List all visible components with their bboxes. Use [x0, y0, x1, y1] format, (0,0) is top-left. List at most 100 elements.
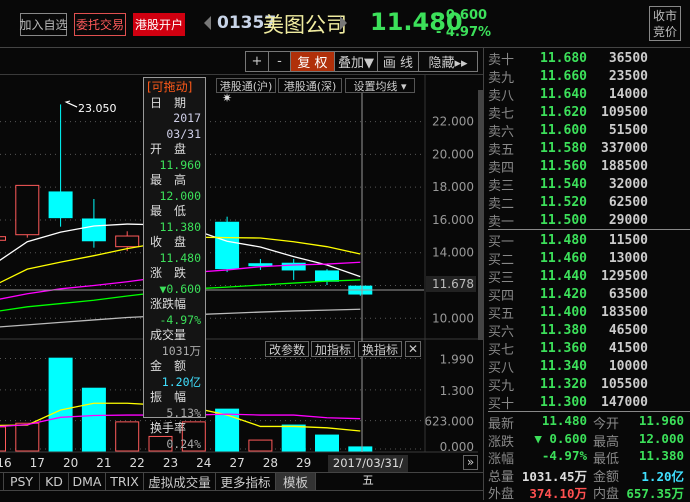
add-indicator-button[interactable]: 加指标: [311, 341, 355, 357]
summary-value: ▼ 0.600: [534, 430, 587, 446]
tooltip-label: 开 盘: [150, 142, 187, 156]
candle-body: [315, 270, 339, 282]
volume-bar[interactable]: [15, 422, 40, 452]
tab-template[interactable]: 模板: [276, 473, 316, 490]
level-price: 11.640: [540, 86, 587, 102]
level-volume: 10000: [608, 358, 648, 374]
level-volume: 188500: [601, 158, 648, 174]
level-price: 11.360: [540, 340, 587, 356]
level-price: 11.680: [540, 50, 587, 66]
tooltip-value: 03/31: [166, 126, 201, 141]
tooltip-label: 成交量: [150, 328, 187, 342]
summary-label: 今开: [593, 417, 620, 432]
bid-list: 买一 11.480 11500 买二 11.460 13000 买三 11.440 129500…: [483, 231, 690, 412]
volume-bar[interactable]: [348, 446, 373, 452]
tab-kd[interactable]: KD: [40, 473, 69, 490]
candle[interactable]: [248, 258, 273, 270]
candle[interactable]: [315, 269, 339, 286]
tooltip-value: 5.13%: [166, 405, 201, 420]
candle[interactable]: [0, 236, 6, 241]
candle[interactable]: [348, 285, 373, 296]
candle[interactable]: [48, 104, 73, 227]
tab-more-indicators[interactable]: 更多指标: [216, 473, 276, 490]
tab-dma[interactable]: DMA: [69, 473, 106, 490]
level-price: 11.420: [540, 286, 587, 302]
tooltip-label: 涨跌幅: [150, 297, 187, 311]
scroll-right-button[interactable]: »: [463, 455, 478, 470]
level-label: 卖八: [488, 88, 515, 104]
tooltip-value: 1.20亿: [161, 374, 201, 389]
price-axis-label: 14.000: [432, 246, 474, 260]
auction-label-1: 收市: [652, 9, 677, 23]
volume-bar[interactable]: [315, 434, 339, 452]
tab-trix[interactable]: TRIX: [106, 473, 144, 490]
close-indicator-icon[interactable]: ✕: [405, 341, 421, 357]
ask-row: 卖十 11.680 36500: [483, 49, 690, 68]
candle-body: [81, 218, 106, 242]
summary-value: 11.380: [638, 448, 684, 463]
summary-label: 总量: [488, 469, 515, 485]
bid-row: 买一 11.480 11500: [483, 231, 690, 250]
level-price: 11.480: [540, 232, 587, 248]
candle[interactable]: [281, 258, 306, 280]
ask-row: 卖二 11.520 62500: [483, 193, 690, 212]
bid-row: 买四 11.420 63500: [483, 285, 690, 304]
bid-row: 买六 11.380 46500: [483, 321, 690, 340]
tab-virtual-volume[interactable]: 虚拟成交量: [144, 473, 216, 490]
level-price: 11.320: [540, 376, 587, 392]
level-price: 11.560: [540, 158, 587, 174]
tab-hk-connect-sz[interactable]: 港股通(深): [278, 78, 342, 93]
summary-row: 外盘 374.10万 内盘 657.35万: [483, 483, 690, 502]
tab-hk-connect-sh[interactable]: 港股通(沪): [216, 78, 276, 93]
level-price: 11.380: [540, 322, 587, 338]
volume-axis-label: 1.990: [440, 352, 474, 366]
switch-indicator-button[interactable]: 换指标: [358, 341, 402, 357]
level-volume: 23500: [608, 68, 648, 84]
closing-auction-button[interactable]: 收市 竞价: [649, 6, 681, 41]
tabs-bottom-divider: [0, 490, 483, 491]
volume-axis-label: 1.300: [440, 384, 474, 398]
date-axis-label: 21: [96, 456, 111, 470]
summary-value: 1.20亿: [641, 468, 684, 484]
candle[interactable]: [15, 184, 40, 238]
date-axis-label: 16: [0, 456, 12, 470]
level-volume: 46500: [608, 322, 648, 338]
tooltip-value: 11.380: [159, 219, 201, 234]
candle[interactable]: [81, 198, 106, 248]
selected-date-label: 2017/03/31/五: [328, 455, 408, 487]
level-volume: 14000: [608, 86, 648, 102]
level-price: 11.500: [540, 212, 587, 228]
volume-bar[interactable]: [248, 439, 273, 452]
level-volume: 62500: [608, 194, 648, 210]
level-label: 买四: [488, 288, 515, 304]
volume-bar[interactable]: [115, 421, 140, 452]
volume-bar[interactable]: [48, 357, 73, 452]
date-axis-label: 28: [263, 456, 278, 470]
ask-row: 卖七 11.620 109500: [483, 103, 690, 122]
bid-row: 买十 11.300 147000: [483, 393, 690, 412]
volume-bar[interactable]: [281, 424, 306, 452]
bid-row: 买三 11.440 129500: [483, 267, 690, 286]
volume-bar[interactable]: [81, 387, 106, 452]
date-axis-label: 20: [63, 456, 78, 470]
summary-label: 最低: [593, 452, 620, 467]
summary-label: 最高: [593, 434, 620, 450]
tab-psy[interactable]: PSY: [4, 473, 40, 490]
tooltip-value: 2017: [173, 111, 201, 125]
price-axis-label: 22.000: [432, 115, 474, 129]
summary-value: -4.97%: [541, 448, 587, 463]
volume-axis-label: 623.000: [424, 415, 474, 429]
data-tooltip[interactable]: [可拖动] 日 期 2017 03/31 开 盘 11.960 最 高 12.000 最 低1…: [143, 77, 206, 451]
level-label: 卖七: [488, 106, 515, 122]
set-ma-dropdown[interactable]: 设置均线 ▾: [345, 78, 415, 93]
volume-bar[interactable]: [0, 426, 6, 452]
tooltip-label: 振 幅: [150, 390, 187, 404]
candle[interactable]: [215, 216, 240, 273]
summary-value: 374.10万: [529, 486, 587, 501]
kline-chart[interactable]: 22.000 20.000 18.000 16.000 14.000 10.000 1.99…: [0, 0, 483, 500]
level-volume: 36500: [608, 50, 648, 66]
tooltip-value: 11.480: [159, 250, 201, 265]
level-price: 11.340: [540, 358, 587, 374]
edit-params-button[interactable]: 改参数: [265, 341, 309, 357]
level-price: 11.300: [540, 394, 587, 410]
